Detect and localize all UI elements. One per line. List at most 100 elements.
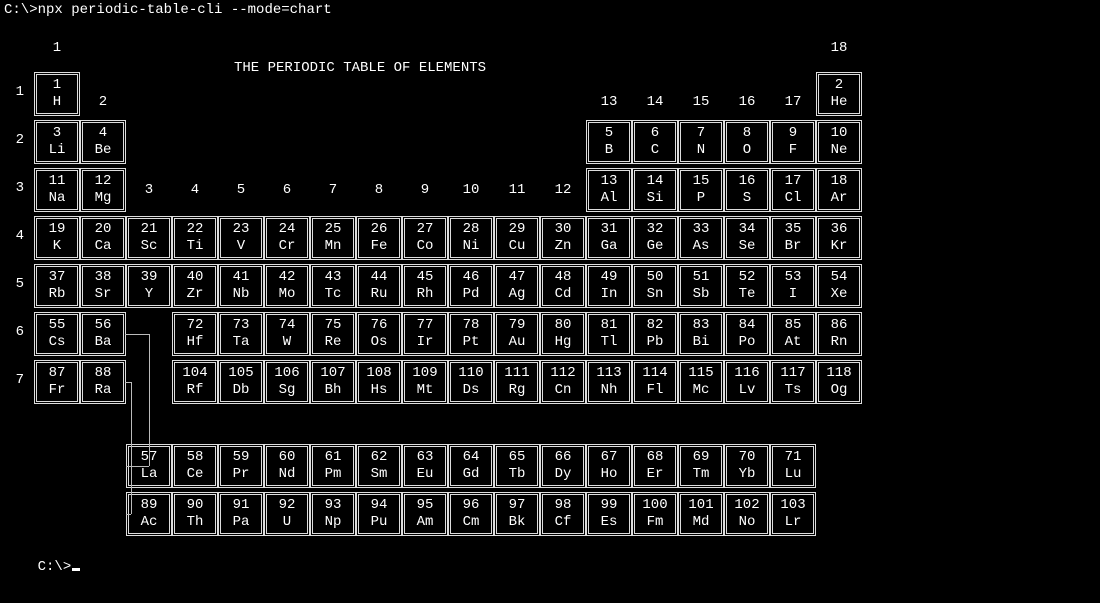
atomic-number: 73 bbox=[221, 317, 261, 334]
group-label: 12 bbox=[540, 182, 586, 199]
element-cell: 90Th bbox=[172, 492, 218, 536]
atomic-number: 98 bbox=[543, 497, 583, 514]
element-symbol: Og bbox=[819, 382, 859, 399]
element-symbol: Tl bbox=[589, 334, 629, 351]
element-symbol: H bbox=[37, 94, 77, 111]
atomic-number: 13 bbox=[589, 173, 629, 190]
group-label: 2 bbox=[80, 94, 126, 111]
atomic-number: 12 bbox=[83, 173, 123, 190]
element-cell: 63Eu bbox=[402, 444, 448, 488]
element-cell: 56Ba bbox=[80, 312, 126, 356]
element-cell: 81Tl bbox=[586, 312, 632, 356]
element-cell: 51Sb bbox=[678, 264, 724, 308]
atomic-number: 20 bbox=[83, 221, 123, 238]
element-cell: 23V bbox=[218, 216, 264, 260]
element-symbol: Cs bbox=[37, 334, 77, 351]
element-cell: 31Ga bbox=[586, 216, 632, 260]
element-symbol: Cl bbox=[773, 190, 813, 207]
prompt-text: C:\> bbox=[38, 559, 72, 575]
element-symbol: Eu bbox=[405, 466, 445, 483]
element-cell: 45Rh bbox=[402, 264, 448, 308]
element-symbol: Ir bbox=[405, 334, 445, 351]
element-cell: 100Fm bbox=[632, 492, 678, 536]
atomic-number: 44 bbox=[359, 269, 399, 286]
atomic-number: 54 bbox=[819, 269, 859, 286]
element-symbol: Ce bbox=[175, 466, 215, 483]
atomic-number: 61 bbox=[313, 449, 353, 466]
atomic-number: 60 bbox=[267, 449, 307, 466]
group-label: 8 bbox=[356, 182, 402, 199]
atomic-number: 99 bbox=[589, 497, 629, 514]
element-symbol: Sn bbox=[635, 286, 675, 303]
element-symbol: He bbox=[819, 94, 859, 111]
prompt-line[interactable]: C:\> bbox=[4, 543, 80, 593]
element-cell: 5B bbox=[586, 120, 632, 164]
element-symbol: P bbox=[681, 190, 721, 207]
element-symbol: Rb bbox=[37, 286, 77, 303]
group-label: 4 bbox=[172, 182, 218, 199]
connector-line bbox=[126, 466, 149, 467]
element-symbol: Ar bbox=[819, 190, 859, 207]
atomic-number: 48 bbox=[543, 269, 583, 286]
element-symbol: Bk bbox=[497, 514, 537, 531]
atomic-number: 113 bbox=[589, 365, 629, 382]
element-cell: 71Lu bbox=[770, 444, 816, 488]
atomic-number: 7 bbox=[681, 125, 721, 142]
atomic-number: 25 bbox=[313, 221, 353, 238]
atomic-number: 105 bbox=[221, 365, 261, 382]
group-label: 16 bbox=[724, 94, 770, 111]
element-cell: 85At bbox=[770, 312, 816, 356]
element-symbol: F bbox=[773, 142, 813, 159]
element-symbol: Hf bbox=[175, 334, 215, 351]
element-cell: 94Pu bbox=[356, 492, 402, 536]
atomic-number: 46 bbox=[451, 269, 491, 286]
atomic-number: 80 bbox=[543, 317, 583, 334]
atomic-number: 14 bbox=[635, 173, 675, 190]
element-cell: 67Ho bbox=[586, 444, 632, 488]
atomic-number: 29 bbox=[497, 221, 537, 238]
element-symbol: Pr bbox=[221, 466, 261, 483]
element-cell: 3Li bbox=[34, 120, 80, 164]
element-cell: 95Am bbox=[402, 492, 448, 536]
element-symbol: Hs bbox=[359, 382, 399, 399]
element-symbol: Se bbox=[727, 238, 767, 255]
atomic-number: 115 bbox=[681, 365, 721, 382]
atomic-number: 93 bbox=[313, 497, 353, 514]
element-symbol: Pu bbox=[359, 514, 399, 531]
atomic-number: 38 bbox=[83, 269, 123, 286]
element-symbol: No bbox=[727, 514, 767, 531]
atomic-number: 104 bbox=[175, 365, 215, 382]
atomic-number: 102 bbox=[727, 497, 767, 514]
atomic-number: 63 bbox=[405, 449, 445, 466]
element-cell: 118Og bbox=[816, 360, 862, 404]
element-symbol: C bbox=[635, 142, 675, 159]
element-symbol: Zn bbox=[543, 238, 583, 255]
element-symbol: Al bbox=[589, 190, 629, 207]
element-cell: 19K bbox=[34, 216, 80, 260]
element-cell: 102No bbox=[724, 492, 770, 536]
group-label: 5 bbox=[218, 182, 264, 199]
element-symbol: Cn bbox=[543, 382, 583, 399]
atomic-number: 19 bbox=[37, 221, 77, 238]
element-cell: 61Pm bbox=[310, 444, 356, 488]
element-symbol: Nd bbox=[267, 466, 307, 483]
element-cell: 60Nd bbox=[264, 444, 310, 488]
element-symbol: Ds bbox=[451, 382, 491, 399]
element-cell: 18Ar bbox=[816, 168, 862, 212]
atomic-number: 47 bbox=[497, 269, 537, 286]
element-symbol: Lv bbox=[727, 382, 767, 399]
atomic-number: 32 bbox=[635, 221, 675, 238]
element-symbol: Yb bbox=[727, 466, 767, 483]
element-cell: 20Ca bbox=[80, 216, 126, 260]
atomic-number: 39 bbox=[129, 269, 169, 286]
atomic-number: 26 bbox=[359, 221, 399, 238]
atomic-number: 116 bbox=[727, 365, 767, 382]
element-cell: 101Md bbox=[678, 492, 724, 536]
element-symbol: Mt bbox=[405, 382, 445, 399]
element-cell: 110Ds bbox=[448, 360, 494, 404]
period-label: 3 bbox=[6, 180, 24, 197]
chart-title: THE PERIODIC TABLE OF ELEMENTS bbox=[234, 60, 486, 77]
element-cell: 16S bbox=[724, 168, 770, 212]
atomic-number: 8 bbox=[727, 125, 767, 142]
element-cell: 32Ge bbox=[632, 216, 678, 260]
